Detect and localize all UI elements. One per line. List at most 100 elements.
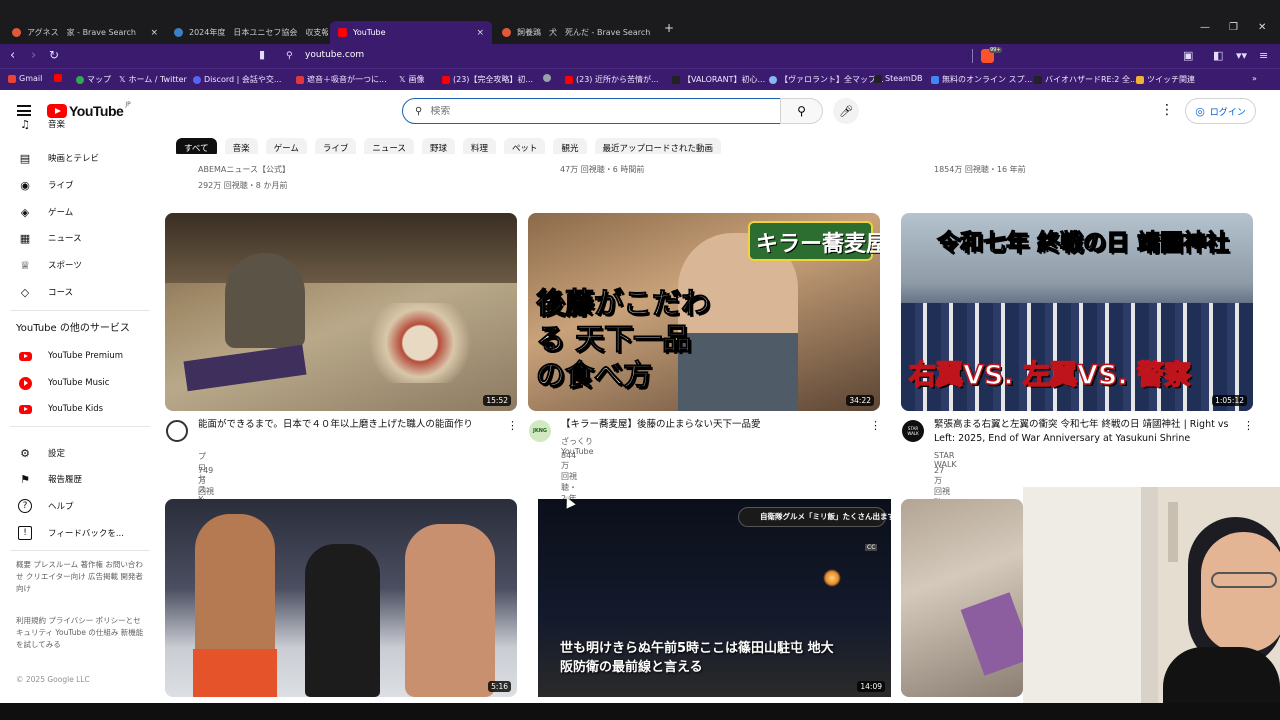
referee bbox=[305, 544, 380, 697]
tab-agnes-search[interactable]: アグネス 家 - Brave Search × bbox=[4, 21, 166, 44]
video-title[interactable]: 能面ができるまで。日本で４０年以上磨き上げた職人の能面作り bbox=[198, 418, 498, 432]
stream-bottom-bar bbox=[0, 703, 1280, 720]
close-window-icon[interactable]: ✕ bbox=[1258, 22, 1266, 33]
youtube-icon bbox=[565, 75, 573, 84]
close-tab-icon[interactable]: × bbox=[476, 28, 484, 38]
youtube-icon bbox=[442, 75, 450, 84]
reload-icon[interactable]: ↻ bbox=[49, 48, 59, 62]
bookmark-spreadsheet[interactable]: 無料のオンライン スプ... bbox=[931, 74, 1032, 85]
account-icon: ◎ bbox=[1195, 104, 1205, 118]
copyright: © 2025 Google LLC bbox=[16, 675, 90, 684]
channel-avatar[interactable]: STAR WALK bbox=[902, 420, 924, 442]
tab-unicef[interactable]: 2024年度 日本ユニセフ協会 収支報× bbox=[166, 21, 328, 44]
maximize-icon[interactable]: ❐ bbox=[1229, 22, 1238, 33]
thumbnail-caption: 令和七年 終戦の日 靖國神社 bbox=[936, 230, 1229, 257]
thumbnail-caption-small: 自衛隊グルメ「ミリ飯」たくさん出ます bbox=[760, 512, 891, 521]
sidebar-item-movies[interactable]: ▤ 映画とテレビ bbox=[0, 146, 155, 170]
video-menu-icon[interactable]: ⋮ bbox=[1243, 419, 1254, 432]
bookmark-icon[interactable]: ▮ bbox=[259, 48, 265, 61]
footer-links-primary[interactable]: 概要 プレスルーム 著作権 お問い合わせ クリエイター向け 広告掲載 開発者向け bbox=[16, 559, 146, 595]
sidebar-item-gaming[interactable]: ◈ ゲーム bbox=[0, 200, 155, 224]
video-title[interactable]: 緊張高まる右翼と左翼の衝突 令和七年 終戦の日 靖國神社 | Right vs … bbox=[934, 418, 1239, 446]
sidebar-item-settings[interactable]: ⚙ 設定 bbox=[0, 441, 155, 465]
closed-captions-icon: CC bbox=[865, 544, 878, 551]
bookmark-discord[interactable]: Discord | 会話や交... bbox=[193, 74, 281, 85]
shields-badge: 99+ bbox=[989, 47, 1002, 53]
bookmark-guide[interactable]: (23)【完全攻略】初... bbox=[442, 74, 533, 85]
search-input[interactable] bbox=[430, 105, 731, 117]
channel-avatar[interactable]: JKNG bbox=[529, 420, 551, 442]
sidebar-item-help[interactable]: ? ヘルプ bbox=[0, 494, 155, 518]
bookmark-biohazard[interactable]: バイオハザードRE:2 全... bbox=[1034, 74, 1138, 85]
fighter-right bbox=[405, 524, 495, 697]
sidebar-toggle-icon[interactable]: ◧ bbox=[1213, 49, 1223, 62]
bookmark-complaints[interactable]: (23) 近所から苦情が... bbox=[565, 74, 659, 85]
video-thumbnail[interactable] bbox=[901, 499, 1023, 697]
sidebar-item-sports[interactable]: ♕ スポーツ bbox=[0, 253, 155, 277]
divider bbox=[10, 426, 150, 427]
x-logo-icon: 𝕏 bbox=[119, 75, 126, 84]
sidebar-item-report-history[interactable]: ⚑ 報告履歴 bbox=[0, 467, 155, 491]
sidebar-item-news[interactable]: ▦ ニュース bbox=[0, 226, 155, 250]
site-info-icon[interactable]: ⚲ bbox=[286, 51, 293, 61]
youtube-icon bbox=[338, 28, 347, 37]
sidebar-item-courses[interactable]: ◇ コース bbox=[0, 280, 155, 304]
url-text[interactable]: youtube.com bbox=[305, 50, 364, 60]
newspaper-icon: ▦ bbox=[19, 231, 31, 245]
gmail-icon bbox=[8, 74, 16, 83]
bookmark-valorant[interactable]: 【VALORANT】初心... bbox=[672, 74, 765, 85]
glasses bbox=[1211, 572, 1277, 588]
video-menu-icon[interactable]: ⋮ bbox=[870, 419, 881, 432]
leo-icon[interactable]: ▾▾ bbox=[1236, 49, 1247, 62]
app-window: アグネス 家 - Brave Search × 2024年度 日本ユニセフ協会 収… bbox=[0, 0, 1280, 720]
more-options-icon[interactable]: ⋮ bbox=[1160, 102, 1174, 118]
video-duration: 5:16 bbox=[488, 681, 511, 692]
video-thumbnail[interactable]: 令和七年 終戦の日 靖國神社 右翼VS. 左翼VS. 警察 1:05:12 bbox=[901, 213, 1253, 411]
channel-avatar[interactable] bbox=[166, 420, 188, 442]
bookmark-soundproof[interactable]: 遮音＋吸音が一つに... bbox=[296, 74, 387, 85]
new-tab-icon[interactable]: + bbox=[664, 21, 674, 35]
bookmark-valorant-maps[interactable]: 【ヴァロラント】全マップ... bbox=[769, 74, 884, 85]
video-title[interactable]: 【キラー蕎麦屋】後藤の止まらない天下一品愛 bbox=[561, 418, 861, 432]
bookmark-maps[interactable]: マップ bbox=[76, 74, 111, 85]
tab-youtube[interactable]: YouTube × bbox=[330, 21, 492, 44]
wallet-icon[interactable]: ▣ bbox=[1183, 49, 1193, 62]
globe-icon bbox=[174, 28, 183, 37]
video-menu-icon[interactable]: ⋮ bbox=[507, 419, 518, 432]
sidebar-item-premium[interactable]: YouTube Premium bbox=[0, 344, 155, 368]
video-duration: 15:52 bbox=[483, 395, 511, 406]
bookmark-gmail[interactable]: Gmail bbox=[8, 74, 42, 83]
sidebar-item-feedback[interactable]: ! フィードバックを... bbox=[0, 521, 155, 545]
minimize-icon[interactable]: — bbox=[1200, 22, 1210, 33]
search-box[interactable]: ⚲ bbox=[402, 98, 781, 124]
video-thumbnail[interactable]: キラー蕎麦屋 後藤がこだわる 天下一品の食べ方 34:22 bbox=[528, 213, 880, 411]
tab-dog-search[interactable]: 飼養鶏 犬 死んだ - Brave Search× bbox=[494, 21, 656, 44]
sidebar-item-music-app[interactable]: YouTube Music bbox=[0, 371, 155, 395]
footer-links-secondary[interactable]: 利用規約 プライバシー ポリシーとセキュリティ YouTube の仕組み 新機能… bbox=[16, 615, 146, 651]
sidebar-item-kids[interactable]: YouTube Kids bbox=[0, 397, 155, 421]
bookmark-youtube[interactable] bbox=[54, 74, 62, 82]
bookmark-twitter[interactable]: 𝕏 ホーム / Twitter bbox=[119, 74, 187, 85]
sidebar-item-live[interactable]: ◉ ライブ bbox=[0, 173, 155, 197]
site-icon bbox=[769, 75, 777, 84]
forward-icon[interactable]: › bbox=[31, 48, 36, 63]
browser-menu-icon[interactable]: ≡ bbox=[1259, 49, 1268, 62]
back-icon[interactable]: ‹ bbox=[10, 48, 15, 63]
bookmark-globe[interactable] bbox=[543, 74, 551, 82]
video-thumbnail[interactable]: 5:16 bbox=[165, 499, 517, 697]
bookmark-images[interactable]: 𝕏 画像 bbox=[399, 74, 424, 85]
live-icon: ◉ bbox=[20, 178, 30, 192]
bookmark-steamdb[interactable]: SteamDB bbox=[874, 74, 922, 83]
voice-search-button[interactable]: 🎤︎ bbox=[833, 98, 859, 124]
discord-icon bbox=[193, 75, 201, 84]
bookmark-folder-twitch[interactable]: ツイッチ関連 bbox=[1136, 74, 1195, 85]
login-button[interactable]: ◎ ログイン bbox=[1185, 98, 1256, 124]
prev-video-channel[interactable]: ABEMAニュース【公式】 bbox=[198, 164, 290, 175]
search-button[interactable]: ⚲ bbox=[780, 98, 823, 124]
video-thumbnail[interactable]: 自衛隊グルメ「ミリ飯」たくさん出ます CC 世も明けきらぬ午前5時ここは篠田山駐… bbox=[538, 499, 891, 697]
youtube-music-icon bbox=[18, 376, 32, 390]
sidebar-item-music[interactable]: ♫ 音楽 bbox=[0, 112, 155, 136]
more-bookmarks-icon[interactable]: » bbox=[1252, 74, 1257, 83]
video-thumbnail[interactable]: 15:52 bbox=[165, 213, 517, 411]
close-tab-icon[interactable]: × bbox=[150, 28, 158, 38]
